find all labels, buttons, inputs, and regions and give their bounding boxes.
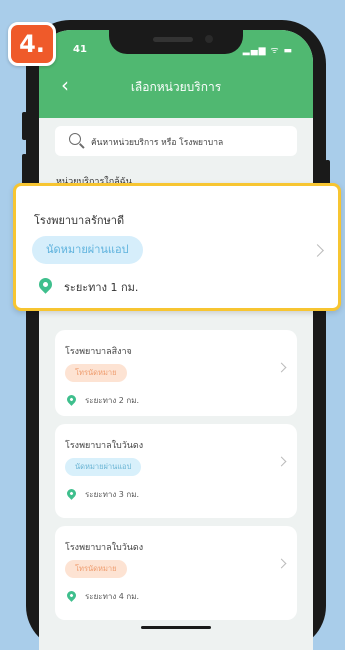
status-badge: โทรนัดหมาย (65, 364, 127, 382)
hospital-name: โรงพยาบาลรักษาดี (34, 214, 125, 227)
chevron-right-icon (276, 456, 287, 467)
list-item[interactable]: โรงพยาบาลใบวันดง นัดหมายผ่านแอป ระยะทาง … (55, 424, 297, 518)
app-header: 41 ▂▄▆ ᯤ ▬ ‹ เลือกหน่วยบริการ (39, 30, 313, 118)
hospital-name: โรงพยาบาลใบวันดง (65, 441, 144, 451)
search-input[interactable]: ค้นหาหน่วยบริการ หรือ โรงพยาบาล (55, 126, 297, 156)
search-icon (69, 133, 81, 145)
chevron-right-icon (276, 558, 287, 569)
page-title: เลือกหน่วยบริการ (130, 80, 222, 94)
camera-icon (205, 35, 213, 43)
highlighted-hospital-card[interactable]: โรงพยาบาลรักษาดี นัดหมายผ่านแอป ระยะทาง … (13, 183, 341, 311)
app-screen: 41 ▂▄▆ ᯤ ▬ ‹ เลือกหน่วยบริการ ค้นหาหน่วย… (39, 30, 313, 650)
search-placeholder: ค้นหาหน่วยบริการ หรือ โรงพยาบาล (91, 138, 224, 148)
status-badge: โทรนัดหมาย (65, 560, 127, 578)
chevron-right-icon (311, 244, 324, 257)
hospital-name: โรงพยาบาลสิงาจ (65, 347, 132, 357)
distance-text: ระยะทาง 4 กม. (85, 592, 140, 601)
chevron-right-icon (276, 362, 287, 373)
location-pin-icon (65, 487, 78, 500)
distance-text: ระยะทาง 2 กม. (85, 396, 140, 405)
home-indicator (141, 626, 211, 629)
location-pin-icon (65, 589, 78, 602)
status-badge: นัดหมายผ่านแอป (65, 458, 142, 476)
phone-side-button (22, 112, 27, 140)
location-pin-icon (65, 393, 78, 406)
list-item[interactable]: โรงพยาบาลใบวันดง โทรนัดหมาย ระยะทาง 4 กม… (55, 526, 297, 620)
hospital-name: โรงพยาบาลใบวันดง (65, 543, 144, 553)
distance-text: ระยะทาง 1 กม. (64, 281, 139, 294)
distance-text: ระยะทาง 3 กม. (85, 490, 140, 499)
phone-notch (109, 30, 243, 54)
status-time: 41 (73, 44, 87, 55)
status-badge: นัดหมายผ่านแอป (32, 236, 143, 264)
location-pin-icon (36, 275, 55, 294)
signal-wifi-battery-icon: ▂▄▆ ᯤ ▬ (242, 46, 293, 56)
list-item[interactable]: โรงพยาบาลสิงาจ โทรนัดหมาย ระยะทาง 2 กม. (55, 330, 297, 416)
speaker-icon (153, 37, 193, 42)
step-number-badge: 4. (8, 22, 56, 66)
